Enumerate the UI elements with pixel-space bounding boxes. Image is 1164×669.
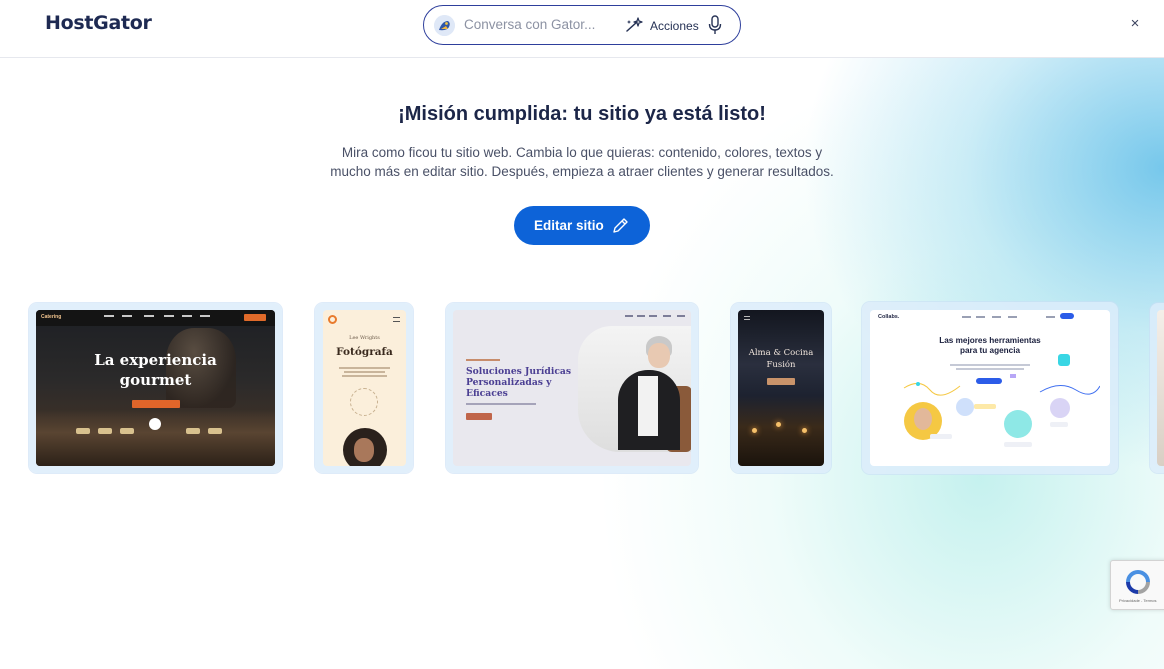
template-preview-legal: Soluciones Jurídicas Personalizadas y Ef… (453, 310, 691, 466)
preview-headline-line: Soluciones Jurídicas (466, 366, 572, 377)
preview-headline-line: Alma & Cocina (748, 348, 814, 358)
template-preview-agency: Collabs. Las mejores herramientas para t… (870, 310, 1110, 466)
preview-brand: Collabs. (878, 314, 900, 320)
template-preview-photographer: Lee Wrights Fotógrafa (323, 310, 406, 466)
hamburger-menu-icon (393, 317, 400, 322)
preview-nav-link (992, 316, 1001, 318)
preview-headline: Las mejores herramientas para tu agencia (920, 336, 1060, 356)
page-title: ¡Misión cumplida: tu sitio ya está listo… (398, 103, 766, 125)
portrait-face (354, 438, 374, 462)
preview-button (767, 378, 795, 385)
preview-eyebrow (466, 359, 500, 361)
template-card-photographer[interactable]: Lee Wrights Fotógrafa (315, 303, 413, 473)
preview-headline: Fotógrafa (336, 346, 393, 358)
preview-nav-link (649, 315, 657, 317)
avatar-tag (1050, 422, 1068, 427)
preview-button (466, 413, 492, 420)
preview-text-line (342, 375, 387, 377)
preview-nav-link (625, 315, 633, 317)
preview-nav-link (122, 315, 132, 317)
subtitle-line-2: mucho más en editar sitio. Después, empi… (330, 164, 834, 179)
pencil-icon (610, 216, 630, 239)
template-card-restaurant[interactable]: Alma & Cocina Fusión (731, 303, 831, 473)
decorative-square (1058, 354, 1070, 366)
preview-nav-link (104, 315, 114, 317)
preview-nav-link (200, 315, 210, 317)
preview-headline-line: Personalizadas y (466, 377, 552, 388)
preview-text-line (344, 371, 385, 373)
preview-cta (244, 314, 266, 321)
preview-button (132, 400, 180, 408)
lawyer-image (578, 326, 691, 452)
sparkle-wand-icon[interactable] (625, 16, 645, 39)
preview-subheading: Lee Wrights (349, 335, 380, 341)
preview-headline: Alma & Cocina Fusión (738, 347, 824, 371)
avatar-tag (930, 434, 952, 439)
preview-headline-line: Eficaces (466, 388, 508, 399)
lamp-light (802, 428, 807, 433)
preview-nav-link (1046, 316, 1055, 318)
preview-nav-link (962, 316, 971, 318)
top-header: HostGator Conversa con Gator... Acciones (0, 0, 1164, 58)
preview-text-line (339, 367, 390, 369)
food-item (186, 428, 200, 434)
template-preview-restaurant: Alma & Cocina Fusión (738, 310, 824, 466)
food-item (98, 428, 112, 434)
preview-text-line (950, 364, 1030, 366)
preview-cta (1060, 313, 1074, 319)
template-preview-partial (1157, 310, 1164, 466)
avatar (1004, 410, 1032, 438)
subtitle-line-1: Mira como ficou tu sitio web. Cambia lo … (341, 145, 823, 160)
food-item (120, 428, 134, 434)
edit-site-label: Editar sitio (534, 218, 604, 233)
hamburger-menu-icon (744, 316, 750, 320)
preview-nav-link (182, 315, 192, 317)
main-content: ¡Misión cumplida: tu sitio ya está listo… (0, 58, 1164, 669)
avatar-tag (1004, 442, 1032, 447)
preview-headline-line: Las mejores herramientas (939, 336, 1041, 345)
preview-nav: Catering (36, 310, 275, 326)
lamp-light (776, 422, 781, 427)
preview-nav-link (1008, 316, 1017, 318)
preview-nav-link (637, 315, 645, 317)
person-face (648, 343, 670, 368)
decorative-curve (903, 374, 1100, 396)
decorative-ring (350, 388, 378, 416)
close-button[interactable]: × (1126, 15, 1144, 33)
avatar-face (914, 408, 932, 430)
edit-site-button[interactable]: Editar sitio (514, 206, 650, 245)
page-subtitle: Mira como ficou tu sitio web. Cambia lo … (310, 143, 854, 181)
actions-button[interactable]: Acciones (650, 19, 699, 33)
gator-chat-bar[interactable]: Conversa con Gator... Acciones (423, 5, 741, 45)
preview-nav-link (677, 315, 685, 317)
gator-avatar-icon (434, 15, 455, 36)
lamp-light (752, 428, 757, 433)
template-card-partial[interactable] (1150, 303, 1164, 473)
preview-headline-line: Fusión (766, 360, 796, 370)
chat-input-placeholder[interactable]: Conversa con Gator... (464, 17, 595, 32)
preview-headline: La experiencia gourmet (36, 350, 275, 390)
preview-headline-line: La experiencia (94, 351, 217, 369)
preview-nav-link (976, 316, 985, 318)
preview-nav-link (663, 315, 671, 317)
scroll-down-icon (149, 418, 161, 430)
template-preview-catering: Catering La experiencia gourmet (36, 310, 275, 466)
preview-text-line (466, 403, 536, 405)
template-card-legal[interactable]: Soluciones Jurídicas Personalizadas y Ef… (446, 303, 698, 473)
preview-headline: Soluciones Jurídicas Personalizadas y Ef… (466, 366, 576, 399)
preview-nav-link (164, 315, 174, 317)
preview-logo-icon (328, 315, 337, 324)
preview-brand: Catering (41, 314, 62, 320)
microphone-icon[interactable] (708, 15, 722, 40)
person-shirt (638, 376, 658, 436)
hostgator-logo[interactable]: HostGator (45, 12, 152, 34)
preview-headline-line: para tu agencia (959, 346, 1021, 355)
food-item (208, 428, 222, 434)
food-item (76, 428, 90, 434)
template-card-agency[interactable]: Collabs. Las mejores herramientas para t… (862, 302, 1118, 474)
preview-nav-link (144, 315, 154, 317)
preview-headline-line: gourmet (119, 371, 192, 389)
template-card-catering[interactable]: Catering La experiencia gourmet (29, 303, 282, 473)
